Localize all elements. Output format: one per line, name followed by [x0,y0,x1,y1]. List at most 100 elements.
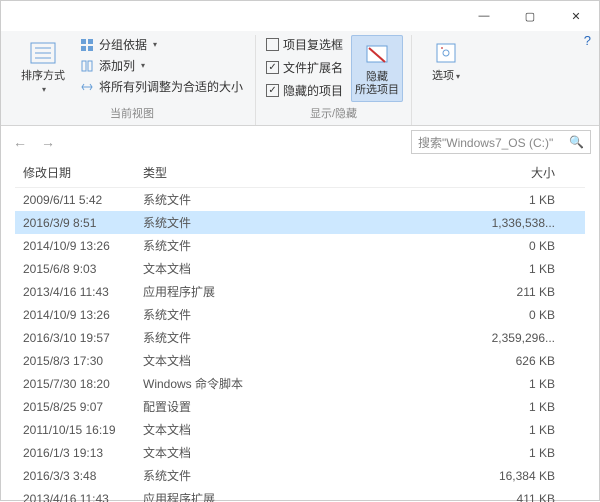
cell-size: 411 KB [265,487,585,502]
item-checkboxes-toggle[interactable]: 项目复选框 [264,35,345,54]
cell-size: 211 KB [265,280,585,303]
cell-type: 系统文件 [135,211,265,234]
sort-button[interactable]: 排序方式 ▾ [17,35,69,100]
cell-size: 626 KB [265,349,585,372]
table-row[interactable]: 2013/4/16 11:43应用程序扩展411 KB [15,487,585,502]
ribbon-group-options: 选项▾ [412,35,480,125]
cell-type: 配置设置 [135,395,265,418]
cell-date: 2016/3/9 8:51 [15,211,135,234]
checkbox-checked-icon: ✓ [266,61,279,74]
cell-size: 1 KB [265,418,585,441]
cell-date: 2016/3/3 3:48 [15,464,135,487]
column-header-date[interactable]: 修改日期 [15,158,135,188]
back-button[interactable]: ← [9,131,31,153]
ribbon-group-show-hide: 项目复选框 ✓ 文件扩展名 ✓ 隐藏的项目 隐藏所选项目 显示/隐藏 [256,35,412,125]
cell-type: Windows 命令脚本 [135,372,265,395]
nav-bar: ← → 搜索"Windows7_OS (C:)" 🔍 [1,126,599,158]
file-extensions-toggle[interactable]: ✓ 文件扩展名 [264,58,345,77]
ribbon-view-tab: ? 排序方式 ▾ 分组依据 ▾ 添加列 ▾ [1,31,599,126]
table-row[interactable]: 2015/8/25 9:07配置设置1 KB [15,395,585,418]
column-header-type[interactable]: 类型 [135,158,265,188]
grouping-label: 分组依据 [99,36,147,53]
table-row[interactable]: 2016/3/3 3:48系统文件16,384 KB [15,464,585,487]
ribbon-group-label [420,107,472,125]
item-checkboxes-label: 项目复选框 [283,36,343,53]
hide-selected-label: 隐藏所选项目 [355,71,399,97]
table-row[interactable]: 2014/10/9 13:26系统文件0 KB [15,234,585,257]
cell-size: 2,359,296... [265,326,585,349]
checkbox-checked-icon: ✓ [266,84,279,97]
grouping-button[interactable]: 分组依据 ▾ [75,35,247,54]
cell-date: 2015/8/3 17:30 [15,349,135,372]
help-icon[interactable]: ? [584,33,591,48]
sort-icon [27,39,59,67]
cell-size: 1 KB [265,257,585,280]
cell-type: 系统文件 [135,188,265,212]
hidden-items-label: 隐藏的项目 [283,82,343,99]
ribbon-group-label: 显示/隐藏 [264,103,403,125]
maximize-button[interactable]: ▢ [507,1,553,31]
ribbon-group-current-view: 排序方式▾ 分组依据 ▾ 添加列 ▾ 将所有列调整为合适的大小 当 [9,35,256,125]
cell-type: 系统文件 [135,326,265,349]
cell-size: 1 KB [265,372,585,395]
table-row[interactable]: 2015/8/3 17:30文本文档626 KB [15,349,585,372]
cell-date: 2014/10/9 13:26 [15,303,135,326]
table-row[interactable]: 2015/6/8 9:03文本文档1 KB [15,257,585,280]
chevron-down-icon: ▾ [153,40,157,49]
table-row[interactable]: 2016/3/9 8:51系统文件1,336,538... [15,211,585,234]
search-input[interactable]: 搜索"Windows7_OS (C:)" 🔍 [411,130,591,154]
autosize-icon [79,79,95,95]
file-table: 修改日期 类型 大小 2009/6/11 5:42系统文件1 KB2016/3/… [15,158,585,502]
autosize-label: 将所有列调整为合适的大小 [99,78,243,95]
cell-date: 2016/3/10 19:57 [15,326,135,349]
forward-button[interactable]: → [37,131,59,153]
close-button[interactable]: ✕ [553,1,599,31]
cell-date: 2009/6/11 5:42 [15,188,135,212]
options-label: 选项 [432,70,454,82]
cell-type: 系统文件 [135,464,265,487]
table-row[interactable]: 2016/3/10 19:57系统文件2,359,296... [15,326,585,349]
cell-type: 文本文档 [135,418,265,441]
options-button[interactable]: 选项▾ [420,35,472,87]
table-row[interactable]: 2013/4/16 11:43应用程序扩展211 KB [15,280,585,303]
cell-type: 系统文件 [135,303,265,326]
options-icon [430,39,462,67]
hide-icon [361,40,393,68]
cell-date: 2015/8/25 9:07 [15,395,135,418]
cell-size: 0 KB [265,234,585,257]
cell-size: 1 KB [265,395,585,418]
checkbox-icon [266,38,279,51]
column-header-size[interactable]: 大小 [265,158,585,188]
table-row[interactable]: 2016/1/3 19:13文本文档1 KB [15,441,585,464]
file-extensions-label: 文件扩展名 [283,59,343,76]
table-row[interactable]: 2014/10/9 13:26系统文件0 KB [15,303,585,326]
table-row[interactable]: 2009/6/11 5:42系统文件1 KB [15,188,585,212]
cell-type: 系统文件 [135,234,265,257]
cell-date: 2014/10/9 13:26 [15,234,135,257]
cell-date: 2015/6/8 9:03 [15,257,135,280]
cell-type: 文本文档 [135,441,265,464]
cell-date: 2011/10/15 16:19 [15,418,135,441]
column-headers: 修改日期 类型 大小 [15,158,585,188]
cell-date: 2016/1/3 19:13 [15,441,135,464]
autosize-columns-button[interactable]: 将所有列调整为合适的大小 [75,77,247,96]
search-placeholder: 搜索"Windows7_OS (C:)" [418,134,553,151]
chevron-down-icon: ▾ [42,85,46,94]
cell-type: 文本文档 [135,349,265,372]
search-icon: 🔍 [569,135,584,149]
table-row[interactable]: 2015/7/30 18:20Windows 命令脚本1 KB [15,372,585,395]
add-column-button[interactable]: 添加列 ▾ [75,56,247,75]
cell-date: 2013/4/16 11:43 [15,280,135,303]
minimize-button[interactable]: — [461,1,507,31]
hidden-items-toggle[interactable]: ✓ 隐藏的项目 [264,81,345,100]
grouping-icon [79,37,95,53]
add-column-label: 添加列 [99,57,135,74]
sort-label: 排序方式 [21,70,65,82]
chevron-down-icon: ▾ [141,61,145,70]
hide-selected-button[interactable]: 隐藏所选项目 [351,35,403,102]
cell-size: 16,384 KB [265,464,585,487]
window-titlebar: — ▢ ✕ [1,1,599,31]
add-column-icon [79,58,95,74]
file-list[interactable]: 修改日期 类型 大小 2009/6/11 5:42系统文件1 KB2016/3/… [1,158,599,502]
table-row[interactable]: 2011/10/15 16:19文本文档1 KB [15,418,585,441]
